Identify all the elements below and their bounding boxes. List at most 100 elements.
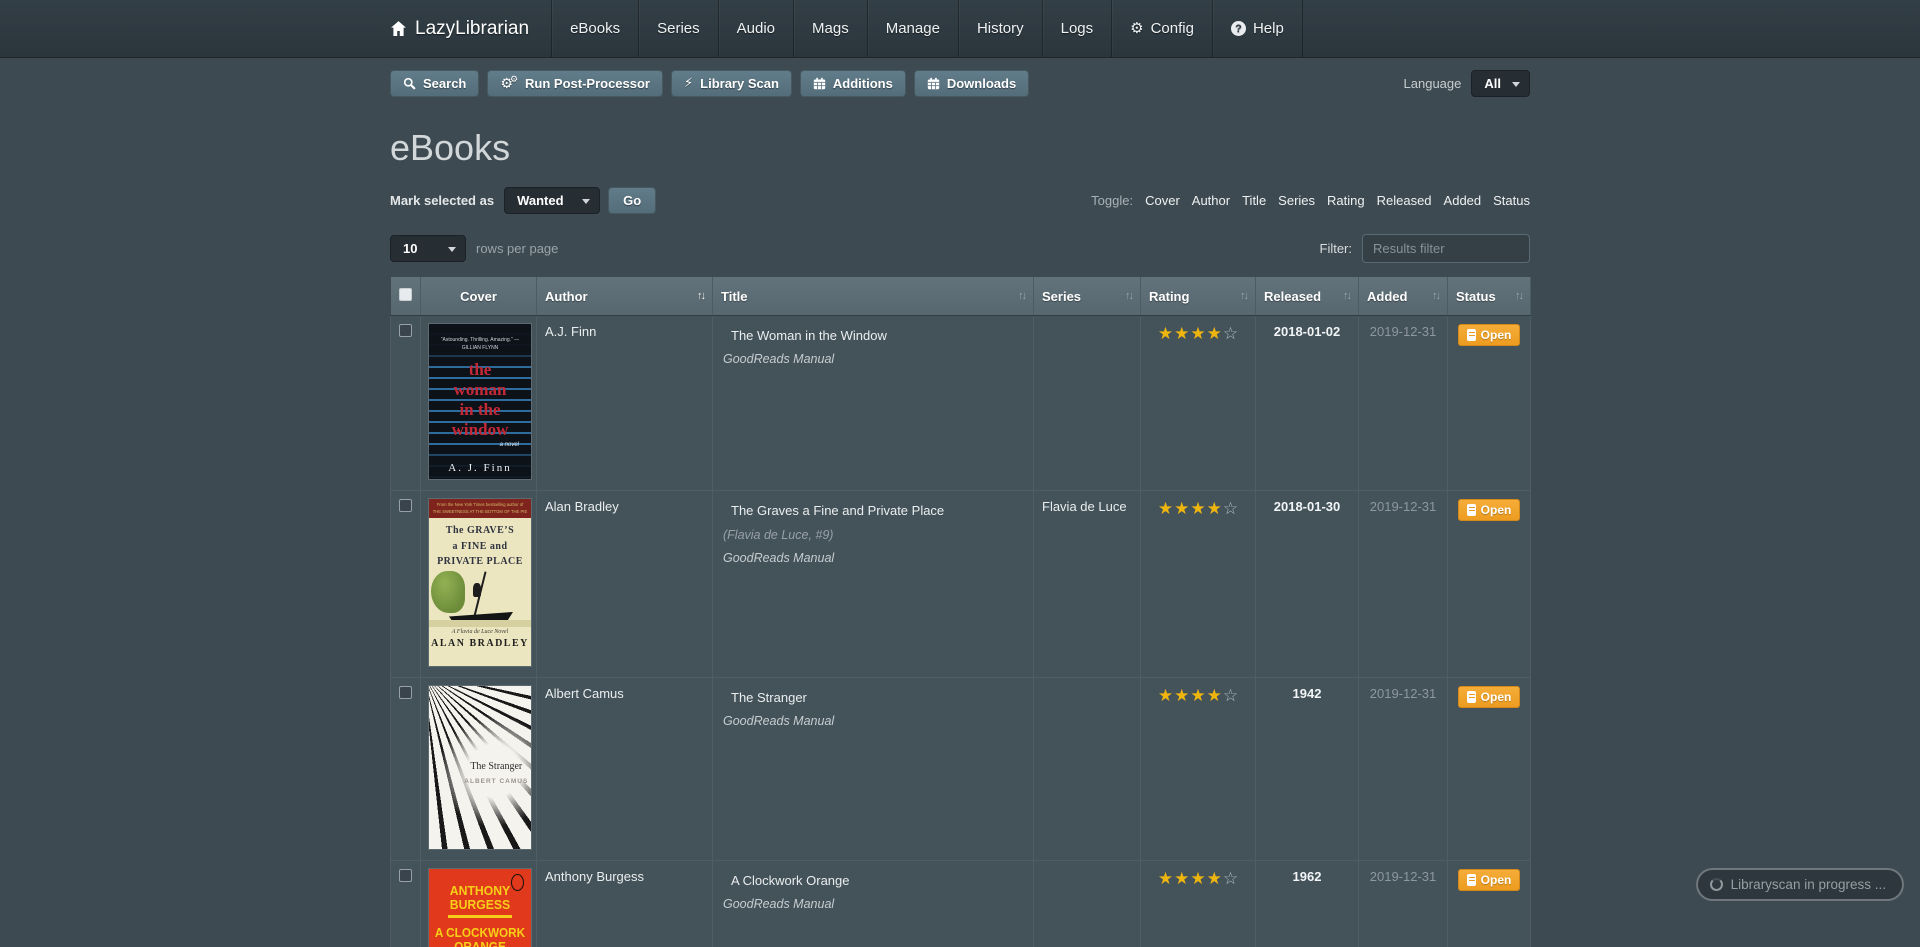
cover-illustration (429, 571, 531, 627)
page-title: eBooks (390, 127, 1530, 169)
col-header-series[interactable]: Series (1034, 277, 1141, 316)
open-button[interactable]: Open (1458, 499, 1521, 521)
filter-label: Filter: (1320, 241, 1353, 256)
book-source: GoodReads Manual (723, 897, 1025, 911)
home-icon (390, 20, 407, 37)
added-date: 2019-12-31 (1359, 861, 1448, 947)
nav-item-series[interactable]: Series (638, 0, 718, 57)
top-navbar: LazyLibrarian eBooks Series Audio Mags M… (0, 0, 1920, 58)
series-link[interactable]: Flavia de Luce (1042, 499, 1127, 514)
nav-item-history[interactable]: History (958, 0, 1042, 57)
toggle-link-released[interactable]: Released (1377, 193, 1432, 208)
author-link[interactable]: A.J. Finn (545, 324, 596, 339)
brand-label: LazyLibrarian (415, 18, 529, 40)
sort-icon (1515, 290, 1522, 302)
toggle-link-author[interactable]: Author (1192, 193, 1230, 208)
toggle-link-cover[interactable]: Cover (1145, 193, 1180, 208)
sort-icon (1432, 290, 1439, 302)
book-cover[interactable]: From the New York Times bestselling auth… (429, 499, 531, 666)
book-title-link[interactable]: The Woman in the Window (731, 328, 887, 343)
table-row: The Stranger ALBERT CAMUS Albert Camus T… (391, 678, 1531, 861)
sort-icon (1125, 290, 1132, 302)
row-checkbox[interactable] (399, 324, 412, 337)
sort-icon (1343, 290, 1350, 302)
toggle-link-title[interactable]: Title (1242, 193, 1266, 208)
toggle-link-status[interactable]: Status (1493, 193, 1530, 208)
row-checkbox[interactable] (399, 869, 412, 882)
nav-item-mags[interactable]: Mags (793, 0, 867, 57)
added-date: 2019-12-31 (1359, 678, 1448, 861)
book-title-link[interactable]: The Stranger (731, 690, 807, 705)
book-series-note: (Flavia de Luce, #9) (723, 528, 1025, 542)
results-filter-input[interactable] (1362, 234, 1530, 263)
book-icon (1467, 874, 1476, 886)
book-title-link[interactable]: The Graves a Fine and Private Place (731, 503, 944, 518)
toggle-label: Toggle: (1091, 193, 1133, 208)
toggle-link-added[interactable]: Added (1444, 193, 1482, 208)
rating-stars: ★★★★☆ (1141, 678, 1256, 861)
nav-item-audio[interactable]: Audio (718, 0, 793, 57)
nav-item-config[interactable]: Config (1111, 0, 1212, 57)
nav-item-ebooks[interactable]: eBooks (551, 0, 638, 57)
nav-item-manage[interactable]: Manage (867, 0, 958, 57)
table-row: From the New York Times bestselling auth… (391, 491, 1531, 678)
go-button[interactable]: Go (608, 187, 656, 214)
toggle-link-rating[interactable]: Rating (1327, 193, 1365, 208)
col-header-released[interactable]: Released (1256, 277, 1359, 316)
book-cover[interactable]: The Stranger ALBERT CAMUS (429, 686, 531, 849)
sort-icon (1240, 290, 1247, 302)
rows-per-page-select[interactable]: 10 (390, 235, 466, 262)
table-row: ANTHONYBURGESS A CLOCKWORKORANGE Anthony… (391, 861, 1531, 947)
book-icon (1467, 691, 1476, 703)
run-post-processor-button[interactable]: Run Post-Processor (487, 70, 663, 97)
downloads-button[interactable]: Downloads (914, 70, 1029, 97)
ebooks-table: Cover Author Title Series Rating Release… (390, 277, 1531, 947)
libraryscan-toast[interactable]: Libraryscan in progress ... (1696, 868, 1904, 901)
brand-link[interactable]: LazyLibrarian (390, 0, 551, 57)
library-scan-button[interactable]: Library Scan (671, 70, 792, 97)
book-icon (1467, 329, 1476, 341)
additions-button[interactable]: Additions (800, 70, 906, 97)
col-header-cover: Cover (421, 277, 537, 316)
book-source: GoodReads Manual (723, 551, 1025, 565)
question-circle-icon (1231, 21, 1246, 36)
book-icon (1467, 504, 1476, 516)
search-icon (403, 77, 416, 90)
col-header-title[interactable]: Title (713, 277, 1034, 316)
language-select[interactable]: All (1471, 70, 1530, 97)
book-cover[interactable]: “Astounding. Thrilling. Amazing.” —GILLI… (429, 324, 531, 479)
column-toggle-bar: Toggle: Cover Author Title Series Rating… (1091, 193, 1530, 208)
open-button[interactable]: Open (1458, 686, 1521, 708)
nav-item-help[interactable]: Help (1212, 0, 1303, 57)
search-button[interactable]: Search (390, 70, 479, 97)
author-link[interactable]: Albert Camus (545, 686, 624, 701)
mark-selected-select[interactable]: Wanted (504, 187, 600, 214)
col-header-status[interactable]: Status (1448, 277, 1531, 316)
book-cover[interactable]: ANTHONYBURGESS A CLOCKWORKORANGE (429, 869, 531, 947)
col-header-rating[interactable]: Rating (1141, 277, 1256, 316)
nav-item-logs[interactable]: Logs (1042, 0, 1112, 57)
book-source: GoodReads Manual (723, 714, 1025, 728)
sort-icon (697, 290, 704, 302)
col-header-author[interactable]: Author (537, 277, 713, 316)
toggle-link-series[interactable]: Series (1278, 193, 1315, 208)
rating-stars: ★★★★☆ (1141, 861, 1256, 947)
row-checkbox[interactable] (399, 686, 412, 699)
action-toolbar: Search Run Post-Processor Library Scan A… (390, 70, 1530, 97)
rating-stars: ★★★★☆ (1141, 316, 1256, 491)
book-source: GoodReads Manual (723, 352, 1025, 366)
col-header-added[interactable]: Added (1359, 277, 1448, 316)
added-date: 2019-12-31 (1359, 491, 1448, 678)
open-button[interactable]: Open (1458, 869, 1521, 891)
open-button[interactable]: Open (1458, 324, 1521, 346)
author-link[interactable]: Alan Bradley (545, 499, 619, 514)
spinner-icon (1710, 878, 1723, 891)
select-all-checkbox[interactable] (399, 288, 412, 301)
released-date: 2018-01-30 (1256, 491, 1359, 678)
row-checkbox[interactable] (399, 499, 412, 512)
cogs-icon (500, 76, 518, 90)
author-link[interactable]: Anthony Burgess (545, 869, 644, 884)
rows-per-page-label: rows per page (476, 241, 558, 256)
released-date: 1942 (1256, 678, 1359, 861)
book-title-link[interactable]: A Clockwork Orange (731, 873, 850, 888)
